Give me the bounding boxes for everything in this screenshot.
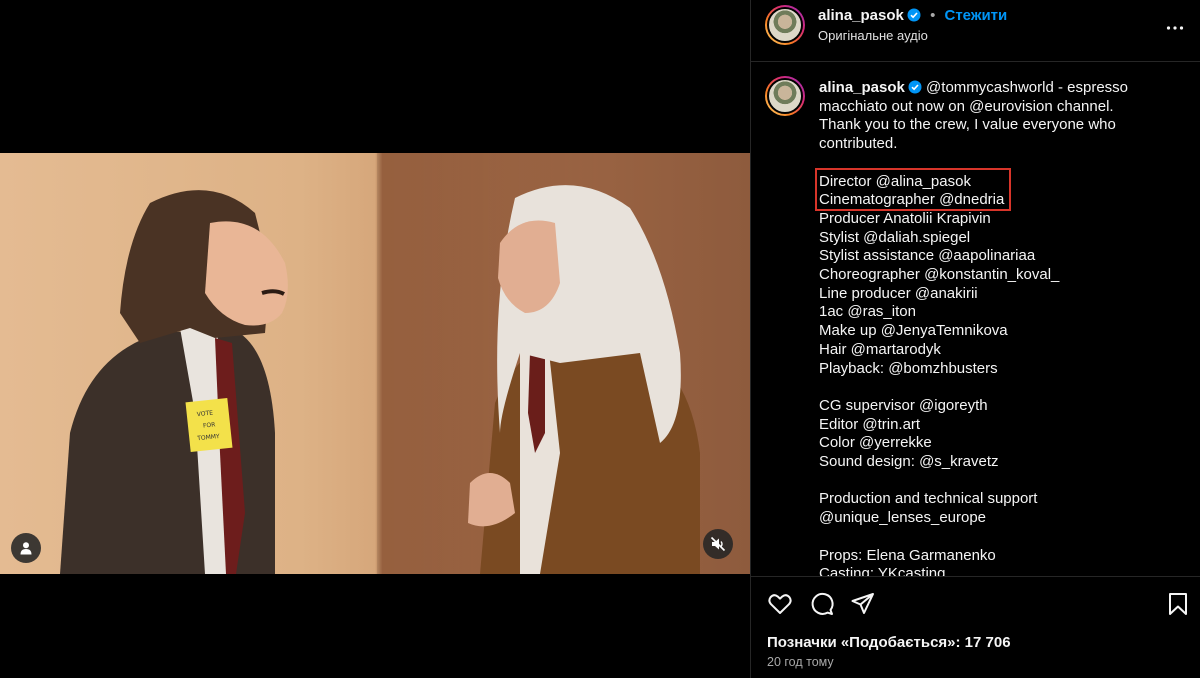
caption-line: CG supervisor @igoreyth	[819, 396, 988, 414]
verified-badge-icon	[908, 80, 922, 94]
caption-line: Choreographer @konstantin_koval_	[819, 266, 1060, 284]
heart-icon[interactable]	[767, 591, 793, 617]
separator-dot: •	[930, 7, 936, 24]
author-username[interactable]: alina_pasok	[818, 7, 904, 24]
original-audio-link[interactable]: Оригінальне аудіо	[818, 28, 928, 43]
author-avatar[interactable]	[765, 5, 805, 45]
follow-button[interactable]: Стежити	[945, 7, 1008, 24]
caption-line: Casting: YKcasting	[819, 565, 946, 576]
left-person: VOTE FOR TOMMY	[60, 190, 288, 574]
caption-line: Producer Anatolii Krapivin	[819, 209, 991, 227]
caption-line: Playback: @bomzhbusters	[819, 359, 998, 377]
mute-button[interactable]	[703, 529, 733, 559]
caption-line: Hair @martarodyk	[819, 340, 941, 358]
svg-text:FOR: FOR	[203, 421, 216, 429]
speaker-muted-icon	[710, 536, 726, 552]
user-tag-button[interactable]	[11, 533, 41, 563]
post-timestamp[interactable]: 20 год тому	[767, 655, 834, 669]
caption-author-avatar[interactable]	[765, 76, 805, 116]
caption-gap	[819, 472, 1149, 491]
caption-line: @unique_lenses_europe	[819, 509, 987, 527]
caption-line: Make up @JenyaTemnikova	[819, 322, 1008, 340]
comment-icon[interactable]	[809, 591, 835, 617]
post-header: alina_pasok • Стежити Оригінальне аудіо	[751, 0, 1200, 62]
more-horizontal-icon[interactable]	[1165, 18, 1185, 38]
caption-username[interactable]: alina_pasok	[819, 79, 905, 96]
share-icon[interactable]	[850, 591, 876, 617]
caption-line: macchiato out now on @eurovision channel…	[819, 97, 1114, 115]
credits-highlight-box	[815, 168, 1011, 211]
caption-line: Sound design: @s_kravetz	[819, 453, 999, 471]
right-person	[468, 185, 700, 574]
post-media: VOTE FOR TOMMY	[0, 0, 750, 678]
post-sidebar: alina_pasok • Стежити Оригінальне аудіо …	[750, 0, 1200, 678]
caption-line: contributed.	[819, 135, 898, 153]
caption-line: Props: Elena Garmanenko	[819, 546, 996, 564]
post-actions: Позначки «Подобається»: 17 706 20 год то…	[751, 576, 1200, 678]
caption-line: Thank you to the crew, I value everyone …	[819, 116, 1116, 134]
caption-line: Production and technical support	[819, 490, 1038, 508]
caption-line: Line producer @anakirii	[819, 284, 978, 302]
caption-line: Color @yerrekke	[819, 434, 932, 452]
caption-gap	[819, 378, 1149, 397]
likes-count[interactable]: Позначки «Подобається»: 17 706	[767, 634, 1011, 651]
header-user-row: alina_pasok • Стежити	[818, 7, 1007, 24]
caption-first-line: alina_pasok @tommycashworld - espresso	[819, 79, 1149, 98]
bookmark-icon[interactable]	[1165, 591, 1191, 617]
caption-line: Stylist assistance @aapolinariaa	[819, 247, 1036, 265]
caption-line: Editor @trin.art	[819, 415, 921, 433]
video-player[interactable]: VOTE FOR TOMMY	[0, 153, 750, 574]
verified-badge-icon	[907, 8, 921, 22]
caption-area[interactable]: alina_pasok @tommycashworld - espresso m…	[751, 62, 1200, 576]
caption-text: alina_pasok @tommycashworld - espresso m…	[819, 79, 1149, 576]
caption-line: 1ac @ras_iton	[819, 303, 916, 321]
caption-intro: @tommycashworld - espresso	[921, 79, 1129, 96]
caption-gap	[819, 528, 1149, 547]
video-frame-illustration: VOTE FOR TOMMY	[60, 185, 700, 574]
user-icon	[20, 542, 32, 555]
caption-line: Stylist @daliah.spiegel	[819, 228, 971, 246]
